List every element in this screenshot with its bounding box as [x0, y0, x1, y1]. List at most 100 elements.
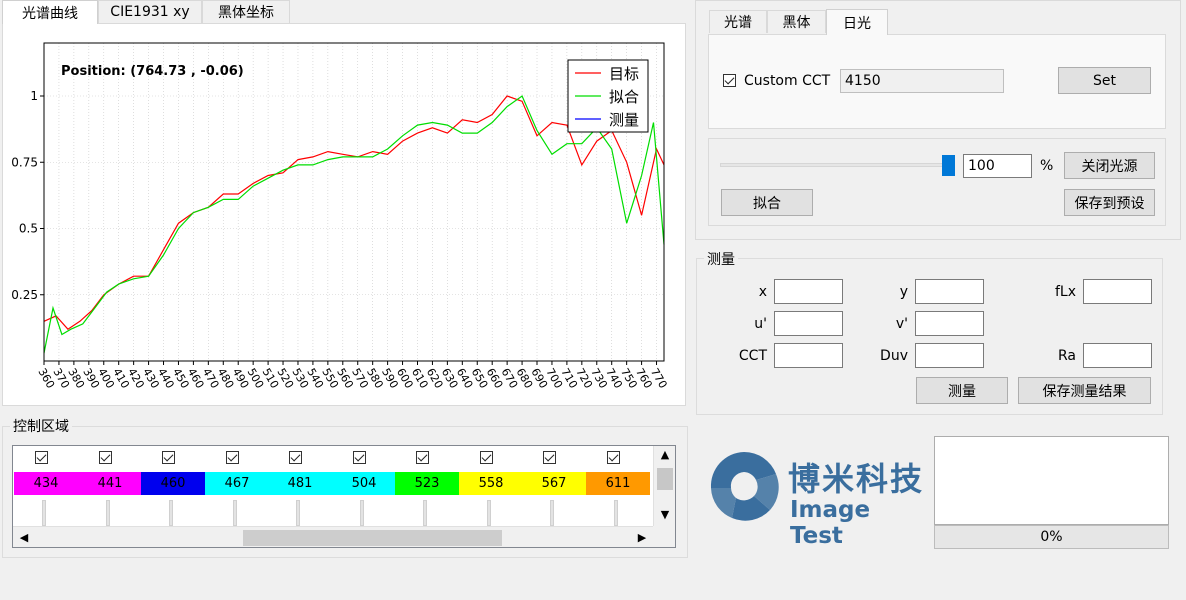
logo-chinese-name: 博米科技 [788, 460, 925, 498]
y-value[interactable] [915, 279, 984, 304]
v-label: v' [895, 316, 908, 332]
x-label: x [758, 284, 767, 300]
cct-input[interactable]: 4150 [840, 69, 1004, 93]
channel-checkbox[interactable] [607, 451, 620, 464]
v-value[interactable] [915, 311, 984, 336]
scroll-up-icon[interactable]: ▲ [657, 448, 673, 462]
channel-checkbox[interactable] [162, 451, 175, 464]
flx-label: fLx [1054, 284, 1076, 300]
channel-wavelength-cell[interactable]: 441 [78, 472, 142, 495]
channel-wavelength-cell[interactable]: 567 [522, 472, 586, 495]
channel-wavelength-cell[interactable]: 558 [459, 472, 523, 495]
channel-strip: 434 441 460 467 481 504 523 558 567 611 [14, 446, 654, 526]
channel-list: 434 441 460 467 481 504 523 558 567 611 ▲ ▼ ◀ ▶ [12, 445, 676, 548]
save-result-button[interactable]: 保存测量结果 [1018, 377, 1151, 404]
y-tick-label: 0.25 [11, 288, 38, 302]
channel-column: 441 [78, 446, 142, 526]
fit-button[interactable]: 拟合 [721, 189, 813, 216]
intensity-slider-track[interactable] [720, 163, 950, 167]
channel-slider[interactable] [233, 500, 237, 526]
channel-checkbox[interactable] [289, 451, 302, 464]
channel-slider[interactable] [360, 500, 364, 526]
channel-checkbox[interactable] [480, 451, 493, 464]
custom-cct-checkbox[interactable] [723, 74, 736, 87]
duv-label: Duv [880, 348, 908, 364]
right-tab-bar: 光谱 黑体 日光 [708, 9, 908, 35]
tab-spectrum[interactable]: 光谱 [709, 10, 767, 33]
close-light-button[interactable]: 关闭光源 [1064, 152, 1155, 179]
save-preset-button[interactable]: 保存到预设 [1064, 189, 1155, 216]
channel-wavelength-cell[interactable]: 504 [332, 472, 396, 495]
flx-value[interactable] [1083, 279, 1152, 304]
tab-blackbody-coord[interactable]: 黑体坐标 [202, 0, 290, 23]
channel-checkbox[interactable] [226, 451, 239, 464]
color-preview-box [934, 436, 1169, 525]
channel-wavelength-cell[interactable]: 467 [205, 472, 269, 495]
tab-blackbody[interactable]: 黑体 [767, 10, 826, 33]
channel-wavelength-cell[interactable]: 523 [395, 472, 459, 495]
tab-cie1931[interactable]: CIE1931 xy [98, 0, 202, 23]
channel-slider[interactable] [487, 500, 491, 526]
set-button[interactable]: Set [1058, 67, 1151, 94]
channel-slider[interactable] [169, 500, 173, 526]
measure-button[interactable]: 测量 [916, 377, 1008, 404]
control-area-title: 控制区域 [10, 416, 72, 436]
duv-value[interactable] [915, 343, 984, 368]
horizontal-scroll-thumb[interactable] [243, 530, 502, 546]
channel-wavelength-cell[interactable]: 434 [14, 472, 78, 495]
output-panel: 100 % 关闭光源 拟合 保存到预设 [708, 138, 1166, 226]
progress-text: 0% [1040, 529, 1063, 545]
channel-wavelength-cell[interactable]: 481 [268, 472, 332, 495]
cct-label: CCT [738, 348, 767, 364]
channel-column: 567 [522, 446, 586, 526]
cct-value[interactable] [774, 343, 843, 368]
channel-column: 504 [332, 446, 396, 526]
scroll-left-icon[interactable]: ◀ [17, 530, 31, 546]
x-value[interactable] [774, 279, 843, 304]
horizontal-scrollbar[interactable]: ◀ ▶ [13, 526, 653, 547]
channel-column: 481 [268, 446, 332, 526]
channel-wavelength-cell[interactable]: 460 [141, 472, 205, 495]
channel-checkbox[interactable] [35, 451, 48, 464]
channel-checkbox[interactable] [353, 451, 366, 464]
legend-label-measure: 测量 [609, 111, 639, 129]
ra-value[interactable] [1083, 343, 1152, 368]
daylight-panel: Custom CCT 4150 Set [708, 34, 1166, 129]
channel-checkbox[interactable] [99, 451, 112, 464]
tab-spectrum-curve[interactable]: 光谱曲线 [2, 0, 98, 24]
channel-slider[interactable] [106, 500, 110, 526]
channel-slider[interactable] [296, 500, 300, 526]
aperture-logo-icon [710, 451, 779, 521]
channel-column: 611 [586, 446, 650, 526]
channel-wavelength-cell[interactable]: 611 [586, 472, 650, 495]
legend-label-fit: 拟合 [609, 88, 639, 106]
channel-slider[interactable] [42, 500, 46, 526]
channel-slider[interactable] [550, 500, 554, 526]
tab-daylight[interactable]: 日光 [826, 9, 888, 35]
intensity-input[interactable]: 100 [963, 154, 1032, 178]
channel-slider[interactable] [423, 500, 427, 526]
channel-slider[interactable] [614, 500, 618, 526]
channel-column: 523 [395, 446, 459, 526]
left-tab-bar: 光谱曲线 CIE1931 xy 黑体坐标 [0, 0, 700, 24]
scroll-corner [653, 526, 675, 547]
y-tick-label: 1 [30, 89, 38, 103]
vertical-scroll-thumb[interactable] [657, 468, 673, 490]
u-value[interactable] [774, 311, 843, 336]
channel-checkbox[interactable] [543, 451, 556, 464]
scroll-right-icon[interactable]: ▶ [635, 530, 649, 546]
scroll-down-icon[interactable]: ▼ [657, 508, 673, 522]
percent-label: % [1040, 158, 1054, 174]
spectrum-chart[interactable]: 3603703803904004104204304404504604704804… [3, 24, 687, 407]
vertical-scrollbar[interactable]: ▲ ▼ [653, 446, 675, 526]
channel-checkbox[interactable] [416, 451, 429, 464]
logo-english-name: Image Test [790, 497, 871, 549]
u-label: u' [754, 316, 767, 332]
ra-label: Ra [1058, 348, 1076, 364]
chart-panel: 360 370 380 390 400 410 420 430 440 450 460 470 480 4… [2, 23, 686, 406]
progress-bar: 0% [934, 525, 1169, 549]
chart-legend: 目标 拟合 测量 [567, 59, 649, 133]
intensity-slider-handle[interactable] [942, 155, 955, 176]
custom-cct-label: Custom CCT [744, 73, 831, 89]
y-tick-label: 0.5 [19, 222, 38, 236]
